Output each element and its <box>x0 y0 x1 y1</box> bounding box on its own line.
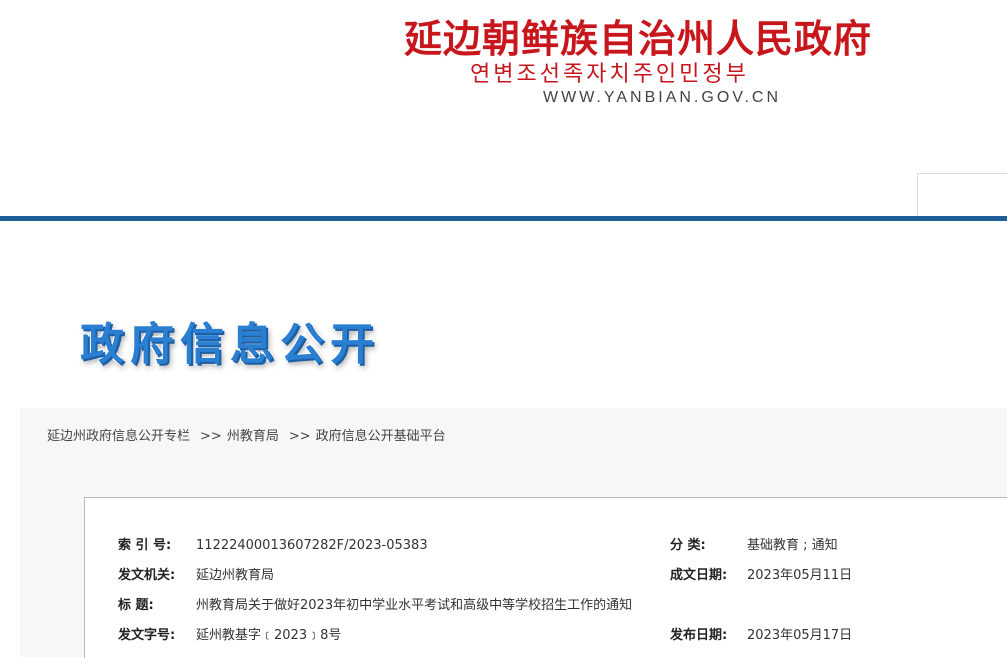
nav-bar <box>0 216 1007 221</box>
page-banner-title: 政府信息公开 <box>80 319 380 370</box>
breadcrumb: 延边州政府信息公开专栏 >> 州教育局 >> 政府信息公开基础平台 <box>47 425 448 444</box>
site-title-korean: 연변조선족자치주인민정부 <box>470 62 749 87</box>
site-title-chinese[interactable]: 延边朝鲜族自治州人民政府 <box>404 8 872 63</box>
published-date-label: 发布日期: <box>670 628 728 643</box>
info-row-issuer: 发文机关: 延边州教育局 <box>118 566 274 586</box>
created-date-label: 成文日期: <box>670 568 728 583</box>
breadcrumb-item-info-column[interactable]: 延边州政府信息公开专栏 <box>47 429 190 444</box>
search-input[interactable] <box>917 173 1007 217</box>
site-url: WWW.YANBIAN.GOV.CN <box>543 89 782 106</box>
breadcrumb-separator: >> <box>288 429 311 444</box>
info-row-index: 索 引 号: 11222400013607282F/2023-05383 <box>118 536 428 556</box>
document-info-panel: 索 引 号: 11222400013607282F/2023-05383 分 类:… <box>84 497 1007 658</box>
title-value: 州教育局关于做好2023年初中学业水平考试和高级中等学校招生工作的通知 <box>196 598 633 613</box>
index-label: 索 引 号: <box>118 538 172 553</box>
issuer-label: 发文机关: <box>118 568 176 583</box>
index-value: 11222400013607282F/2023-05383 <box>196 538 428 553</box>
info-row-title: 标 题: 州教育局关于做好2023年初中学业水平考试和高级中等学校招生工作的通知 <box>118 596 632 616</box>
issuer-value: 延边州教育局 <box>196 568 275 583</box>
title-label: 标 题: <box>118 598 154 613</box>
breadcrumb-separator: >> <box>200 429 222 444</box>
breadcrumb-item-education-bureau[interactable]: 州教育局 <box>227 429 279 444</box>
created-date-value: 2023年05月11日 <box>747 568 853 583</box>
docno-value: 延州教基字﹝2023﹞8号 <box>196 628 342 643</box>
category-label: 分 类: <box>670 538 706 553</box>
site-header: 延边朝鲜族自治州人民政府 연변조선족자치주인민정부 WWW.YANBIAN.GO… <box>0 0 1007 218</box>
breadcrumb-item-platform[interactable]: 政府信息公开基础平台 <box>316 429 446 444</box>
info-row-docno: 发文字号: 延州教基字﹝2023﹞8号 <box>118 626 341 646</box>
published-date-value: 2023年05月17日 <box>747 628 853 643</box>
category-value: 基础教育 ; 通知 <box>747 538 838 553</box>
docno-label: 发文字号: <box>118 628 176 643</box>
